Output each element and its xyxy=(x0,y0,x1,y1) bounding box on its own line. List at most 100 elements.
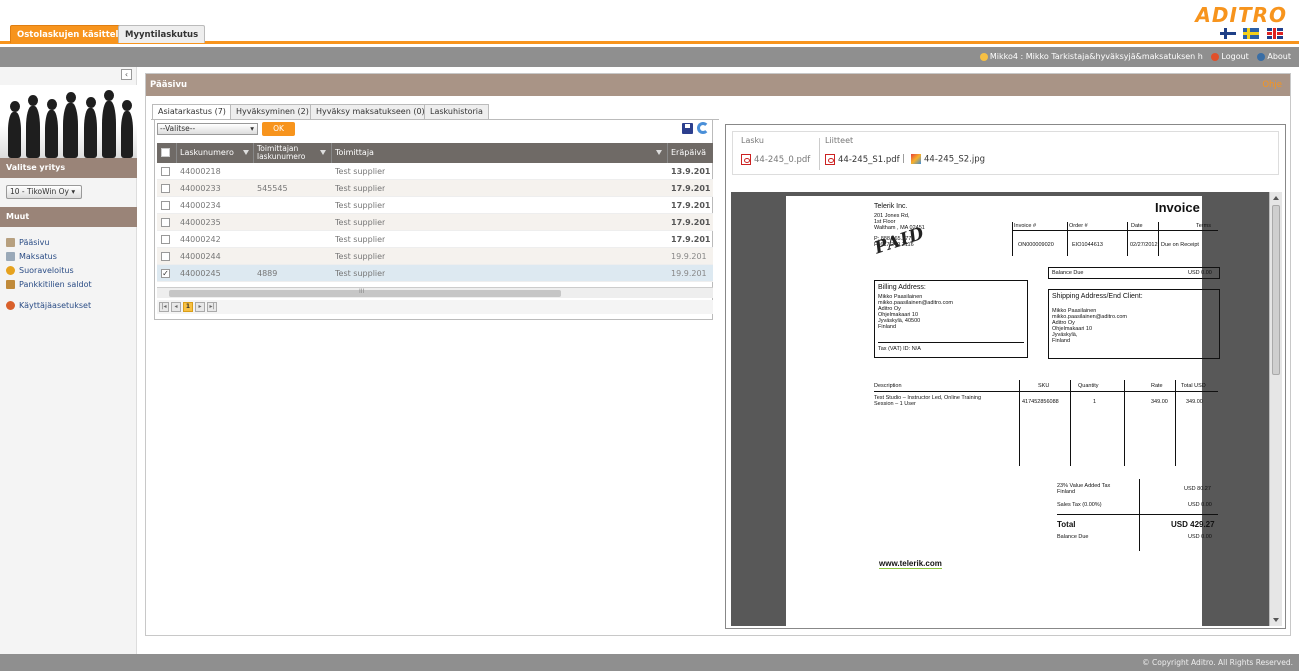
billing-tax-id: Tax (VAT) ID: N/A xyxy=(878,346,921,352)
due-date-cell: 17.9.201 xyxy=(671,201,711,210)
invoice-no-cell: 44000242 xyxy=(180,235,221,244)
select-all-checkbox[interactable] xyxy=(161,148,170,157)
balance-value: USD 0.00 xyxy=(1188,534,1212,540)
scroll-down-icon[interactable] xyxy=(1273,618,1279,622)
item-rate: 349.00 xyxy=(1151,399,1168,405)
supplier-cell: Test supplier xyxy=(335,235,386,244)
tab-approve-payment[interactable]: Hyväksy maksatukseen (0) xyxy=(310,104,431,119)
invoice-title: Invoice xyxy=(1155,200,1200,215)
finnish-flag-icon[interactable] xyxy=(1220,28,1236,39)
invoice-no-cell: 44000233 xyxy=(180,184,221,193)
swedish-flag-icon[interactable] xyxy=(1243,28,1259,39)
attachment-file-link[interactable]: 44-245_S1.pdf xyxy=(825,154,900,165)
balance-label: Balance Due xyxy=(1057,534,1089,540)
grid-header: Laskunumero Toimittajan laskunumero Toimi… xyxy=(157,143,713,163)
column-label: Toimittaja xyxy=(335,148,374,157)
about-link[interactable]: About xyxy=(1257,52,1291,61)
table-row[interactable]: 44000233 545545 Test supplier 17.9.201 xyxy=(157,180,713,197)
prev-page-button[interactable]: ◂ xyxy=(171,302,181,312)
sidebar-item-bank-balances[interactable]: Pankkitilien saldot xyxy=(6,279,92,291)
sidebar-item-payments[interactable]: Maksatus xyxy=(6,251,57,263)
bank-icon xyxy=(6,280,15,289)
save-icon[interactable] xyxy=(682,123,693,134)
invoice-no-cell: 44000235 xyxy=(180,218,221,227)
date-value: 02/27/2012 xyxy=(1130,242,1158,248)
sales-tax-label: Sales Tax (0.00%) xyxy=(1057,502,1102,508)
user-icon xyxy=(6,301,15,310)
scrollbar-thumb[interactable]: III xyxy=(169,288,561,297)
horizontal-scrollbar[interactable]: III xyxy=(157,287,713,298)
first-page-button[interactable]: |◂ xyxy=(159,302,169,312)
shipping-title: Shipping Address/End Client: xyxy=(1052,293,1143,300)
table-row[interactable]: 44000218 Test supplier 13.9.201 xyxy=(157,163,713,180)
row-checkbox[interactable]: ✓ xyxy=(161,269,170,278)
filter-icon[interactable] xyxy=(656,150,662,155)
invoice-file-name: 44-245_0.pdf xyxy=(754,155,811,165)
rate-header: Rate xyxy=(1151,383,1163,389)
attachment-file-name: 44-245_S2.jpg xyxy=(924,154,986,165)
sidebar-item-label: Suoraveloitus xyxy=(19,266,74,275)
pdf-icon xyxy=(825,154,835,165)
item-sku: 417452856088 xyxy=(1022,399,1059,405)
column-header-due-date[interactable]: Eräpäivä xyxy=(668,143,713,163)
vat-label: Finland xyxy=(1057,489,1076,495)
invoice-number-value: ON000009020 xyxy=(1018,242,1054,248)
row-checkbox[interactable] xyxy=(161,218,170,227)
table-row[interactable]: 44000235 Test supplier 17.9.201 xyxy=(157,214,713,231)
sidebar-item-label: Pankkitilien saldot xyxy=(19,280,92,289)
row-checkbox[interactable] xyxy=(161,252,170,261)
logout-link[interactable]: Logout xyxy=(1211,52,1249,61)
table-row[interactable]: 44000234 Test supplier 17.9.201 xyxy=(157,197,713,214)
tab-approval[interactable]: Hyväksyminen (2) xyxy=(230,104,315,119)
row-checkbox[interactable] xyxy=(161,184,170,193)
tab-purchase-invoices[interactable]: Ostolaskujen käsittely xyxy=(10,25,131,43)
invoice-file-link[interactable]: 44-245_0.pdf xyxy=(741,154,810,165)
next-page-button[interactable]: ▸ xyxy=(195,302,205,312)
invoice-grid-panel: --Valitse-- ▾ OK Laskunumero Toimittajan l… xyxy=(154,120,713,320)
company-select[interactable]: 10 - TikoWin Oy ▾ xyxy=(6,185,82,199)
sidebar-item-direct-debit[interactable]: Suoraveloitus xyxy=(6,265,74,277)
column-header-supplier-invoice-no[interactable]: Toimittajan laskunumero xyxy=(254,143,332,163)
invoice-preview-panel: Lasku 44-245_0.pdf Liitteet 44-245_S1.pd… xyxy=(725,124,1286,629)
scrollbar-thumb[interactable] xyxy=(1272,205,1280,375)
order-number-value: EIO1044613 xyxy=(1072,242,1103,248)
attachment-file-link[interactable]: 44-245_S2.jpg xyxy=(911,154,985,165)
vertical-scrollbar[interactable] xyxy=(1269,192,1282,626)
page-number-button[interactable]: 1 xyxy=(183,302,193,312)
scroll-up-icon[interactable] xyxy=(1273,196,1279,200)
english-flag-icon[interactable] xyxy=(1267,28,1283,39)
total-label: Total xyxy=(1057,520,1076,529)
sidebar-item-user-settings[interactable]: Käyttäjäasetukset xyxy=(6,300,91,312)
ok-button[interactable]: OK xyxy=(262,122,295,136)
due-date-cell: 13.9.201 xyxy=(671,167,711,176)
tab-invoice-history[interactable]: Laskuhistoria xyxy=(424,104,489,119)
image-icon xyxy=(911,154,921,164)
last-page-button[interactable]: ▸| xyxy=(207,302,217,312)
filter-icon[interactable] xyxy=(320,150,326,155)
collapse-sidebar-button[interactable]: ‹ xyxy=(121,69,132,80)
attachments-bar: Lasku 44-245_0.pdf Liitteet 44-245_S1.pd… xyxy=(732,131,1279,175)
column-header-invoice-no[interactable]: Laskunumero xyxy=(177,143,254,163)
row-checkbox[interactable] xyxy=(161,201,170,210)
item-total: 349.00 xyxy=(1186,399,1203,405)
filter-icon[interactable] xyxy=(243,150,249,155)
row-checkbox[interactable] xyxy=(161,235,170,244)
sidebar-item-home[interactable]: Pääsivu xyxy=(6,237,49,249)
tab-review[interactable]: Asiatarkastus (7) xyxy=(152,104,232,120)
help-link[interactable]: Ohje xyxy=(1262,74,1282,96)
refresh-icon[interactable] xyxy=(697,122,709,134)
user-bar: Mikko4 : Mikko Tarkistaja&hyväksyjä&maks… xyxy=(0,47,1299,67)
table-row[interactable]: 44000244 Test supplier 19.9.201 xyxy=(157,248,713,265)
table-row[interactable]: 44000242 Test supplier 17.9.201 xyxy=(157,231,713,248)
sku-header: SKU xyxy=(1038,383,1050,389)
quantity-header: Quantity xyxy=(1078,383,1099,389)
row-checkbox[interactable] xyxy=(161,167,170,176)
tab-sales-invoicing[interactable]: Myyntilaskutus xyxy=(118,25,206,43)
action-select[interactable]: --Valitse-- ▾ xyxy=(157,123,258,135)
vendor-name: Telerik Inc. xyxy=(874,203,908,210)
table-row[interactable]: ✓ 44000245 4889 Test supplier 19.9.201 xyxy=(157,265,713,282)
document-viewer[interactable]: Telerik Inc. 201 Jones Rd, 1st Floor Wal… xyxy=(731,192,1282,626)
supplier-cell: Test supplier xyxy=(335,218,386,227)
column-header-supplier[interactable]: Toimittaja xyxy=(332,143,668,163)
user-info: Mikko4 : Mikko Tarkistaja&hyväksyjä&maks… xyxy=(979,52,1203,61)
